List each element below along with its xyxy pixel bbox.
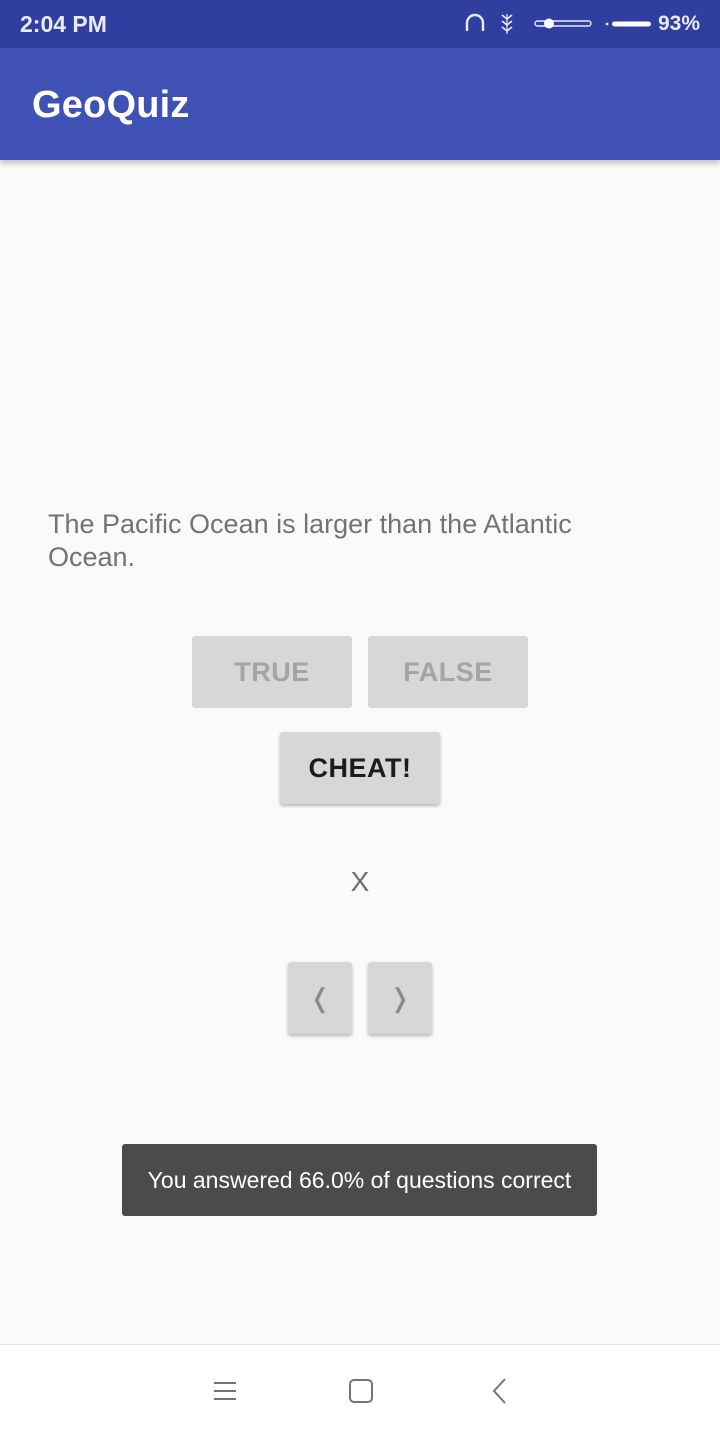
headset-icon <box>464 13 486 35</box>
battery-icon <box>604 18 652 30</box>
chevron-left-icon: ❬ <box>309 982 331 1013</box>
answer-indicator: X <box>350 866 370 897</box>
data-icon <box>500 12 514 36</box>
false-button[interactable]: FALSE <box>368 636 528 708</box>
previous-button[interactable]: ❬ <box>288 962 352 1034</box>
question-text: The Pacific Ocean is larger than the Atl… <box>48 509 572 572</box>
toast-text: You answered 66.0% of questions correct <box>147 1166 572 1193</box>
menu-icon <box>212 1379 238 1408</box>
menu-button[interactable] <box>205 1375 245 1411</box>
status-bar: 2:04 PM 93% <box>0 0 720 48</box>
status-time: 2:04 PM <box>20 11 107 37</box>
back-button[interactable] <box>480 1375 520 1411</box>
status-icons: 93% <box>464 0 700 48</box>
app-title: GeoQuiz <box>32 84 190 126</box>
next-button[interactable]: ❭ <box>368 962 432 1034</box>
chevron-right-icon: ❭ <box>389 982 411 1013</box>
screen: 2:04 PM 93% GeoQuiz The Pacific Ocean is… <box>0 0 720 1440</box>
app-bar: GeoQuiz <box>0 48 720 160</box>
slider-icon <box>534 16 592 32</box>
home-button[interactable] <box>341 1375 381 1411</box>
battery-percent: 93% <box>657 12 700 35</box>
true-button[interactable]: TRUE <box>192 636 352 708</box>
navigation-bar <box>0 1344 720 1440</box>
toast-message: You answered 66.0% of questions correct <box>122 1144 597 1216</box>
cheat-button[interactable]: CHEAT! <box>280 732 440 804</box>
home-icon <box>348 1378 374 1409</box>
back-icon <box>490 1377 510 1410</box>
